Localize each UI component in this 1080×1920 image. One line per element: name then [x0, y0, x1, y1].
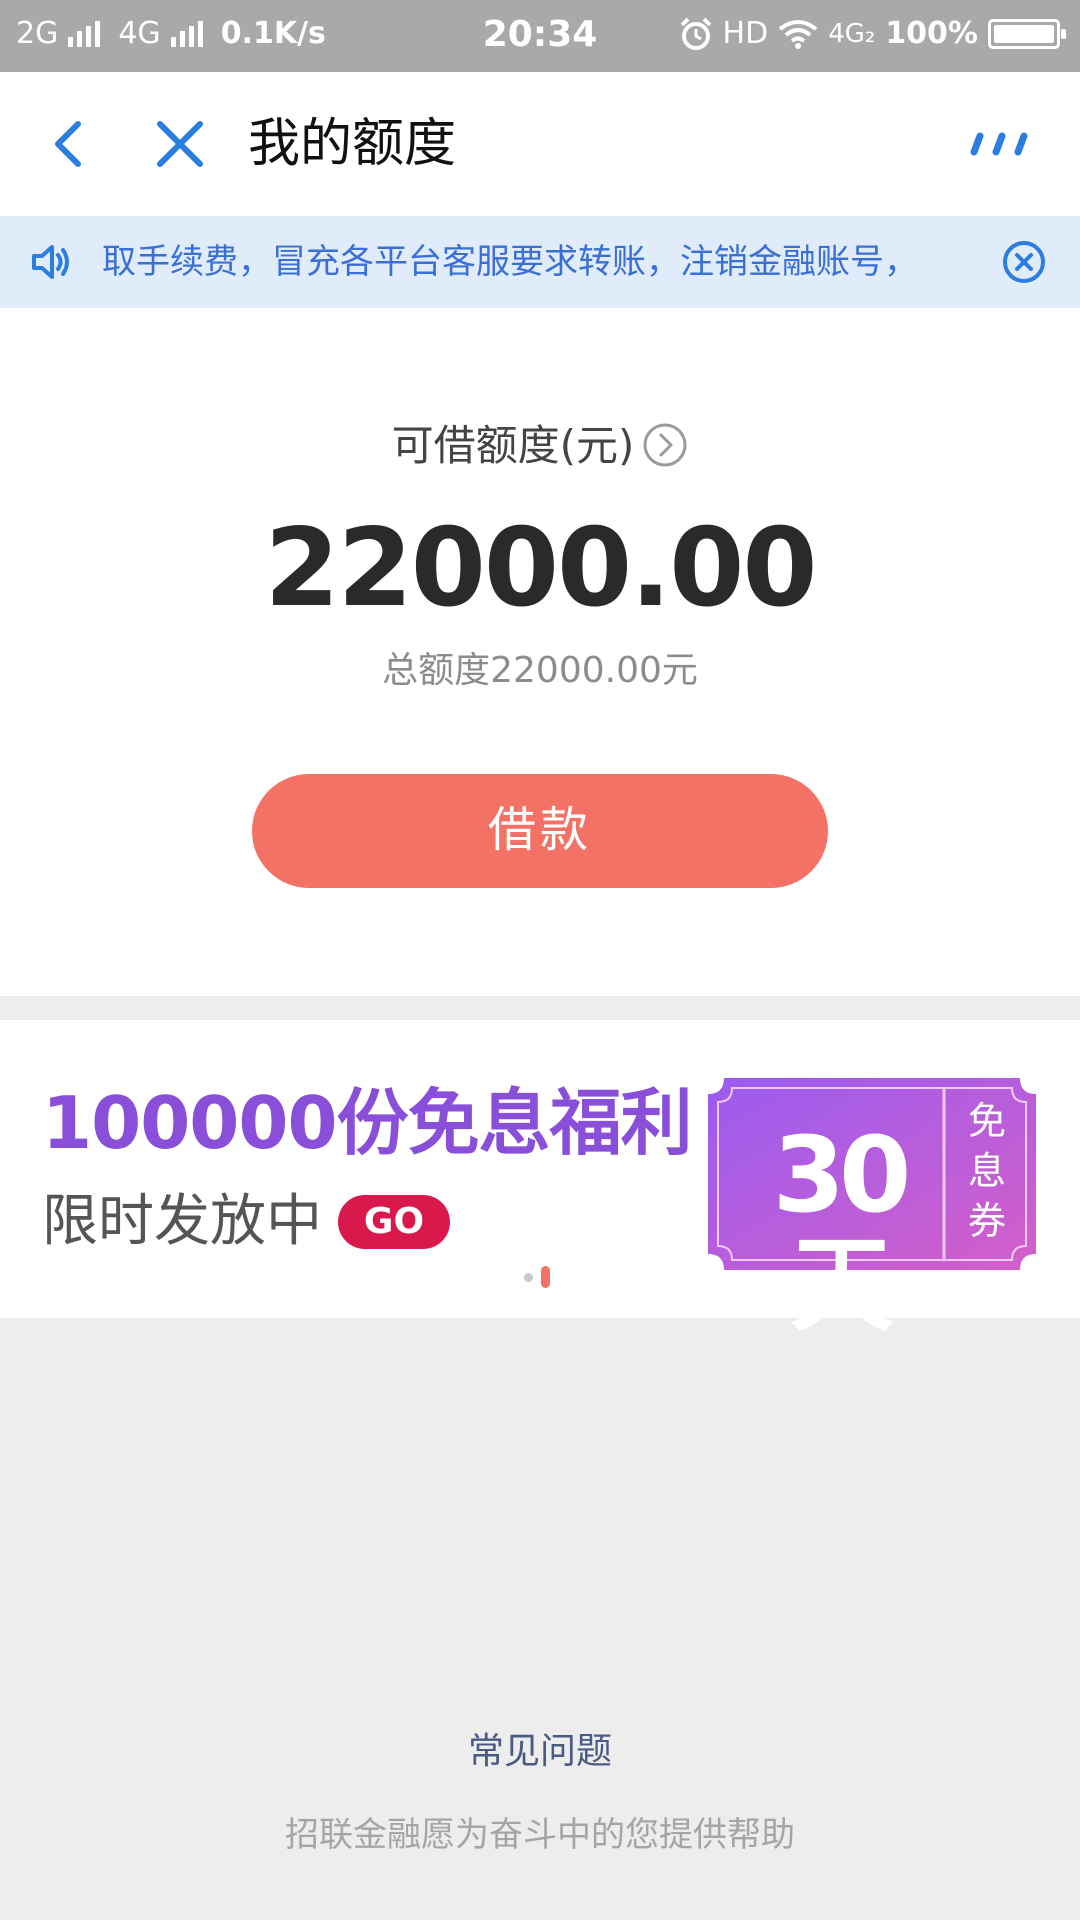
alarm-icon [680, 17, 711, 50]
notice-bar: 取手续费，冒充各平台客服要求转账，注销金融账号， [0, 216, 1080, 308]
credit-card: 可借额度(元) 22000.00 总额度22000.00元 借款 [0, 308, 1080, 996]
battery-icon [988, 18, 1066, 49]
close-icon[interactable] [148, 112, 212, 176]
available-credit-amount: 22000.00 [264, 506, 817, 631]
faq-link[interactable]: 常见问题 [0, 1726, 1080, 1778]
coupon-side-text: 免 息 券 [954, 1096, 1020, 1246]
hd-indicator: HD [722, 16, 769, 51]
status-bar: 2G 4G 0.1K/s 20:34 HD 4G₂ 100% [0, 0, 1080, 72]
promo-subline-row: 限时发放中 GO [42, 1186, 450, 1258]
network-type-3: 4G₂ [828, 18, 876, 49]
wifi-icon [778, 19, 818, 49]
credit-label-row[interactable]: 可借额度(元) [0, 418, 1080, 474]
coupon-days: 30天 [772, 1114, 912, 1346]
back-icon[interactable] [38, 112, 102, 176]
coupon-char: 券 [967, 1199, 1006, 1243]
nav-bar: 我的额度 [0, 72, 1080, 216]
borrow-button[interactable]: 借款 [252, 774, 828, 888]
carousel-indicator [524, 1266, 550, 1288]
total-credit: 总额度22000.00元 [382, 650, 698, 691]
more-dots-icon[interactable] [970, 132, 1036, 156]
page-title: 我的额度 [248, 114, 457, 174]
credit-label: 可借额度(元) [391, 421, 635, 470]
close-circle-icon[interactable] [1002, 240, 1046, 284]
coupon-char: 免 [967, 1099, 1006, 1143]
notice-text[interactable]: 取手续费，冒充各平台客服要求转账，注销金融账号， [102, 236, 982, 288]
footer-slogan: 招联金融愿为奋斗中的您提供帮助 [285, 1815, 795, 1855]
carousel-dot [524, 1272, 533, 1282]
status-right: HD 4G₂ 100% [679, 16, 1066, 51]
promo-banner[interactable]: 100000份免息福利 限时发放中 GO 30天 免 息 券 [0, 1020, 1080, 1340]
promo-subline: 限时发放中 [42, 1189, 322, 1254]
battery-percent: 100% [885, 16, 978, 51]
promo-headline: 100000份免息福利 [42, 1081, 693, 1165]
go-button[interactable]: GO [338, 1195, 450, 1249]
chevron-right-circle-icon[interactable] [642, 422, 688, 468]
speaker-icon [32, 245, 69, 279]
coupon-graphic: 30天 免 息 券 [708, 1078, 1036, 1340]
carousel-dot-active [541, 1266, 550, 1288]
coupon-char: 息 [967, 1149, 1006, 1193]
battery-fill [994, 24, 1054, 43]
